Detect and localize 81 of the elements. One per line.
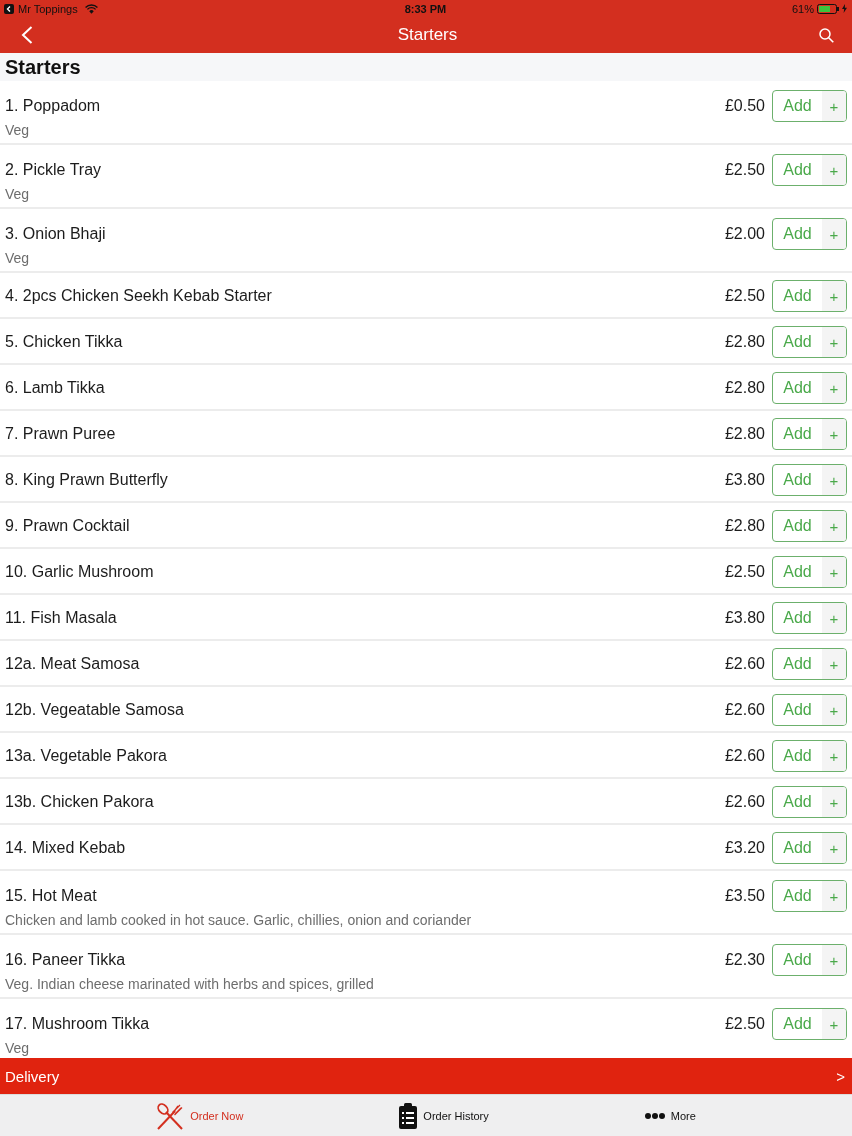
add-button[interactable]: Add + [772,90,847,122]
item-price: £2.80 [724,517,765,535]
item-name: 1. Poppadom [5,97,102,115]
add-button[interactable]: Add + [772,602,847,634]
add-button[interactable]: Add + [772,694,847,726]
add-button[interactable]: Add + [772,218,847,250]
item-price: £2.50 [724,1015,765,1033]
spoon-and-fork-icon [156,1101,185,1130]
item-name: 12a. Meat Samosa [5,655,141,673]
item-price: £3.20 [724,839,765,857]
item-name: 5. Chicken Tikka [5,333,124,351]
delivery-bar[interactable]: Delivery > [0,1058,852,1094]
item-description: Chicken and lamb cooked in hot sauce. Garlic, chillies, onion and coriander [5,912,473,928]
item-name: 4. 2pcs Chicken Seekh Kebab Starter [5,287,273,305]
item-name: 13a. Vegetable Pakora [5,747,168,765]
item-price: £2.30 [724,951,765,969]
item-price: £2.60 [724,701,765,719]
item-name: 6. Lamb Tikka [5,379,106,397]
item-name: 8. King Prawn Butterfly [5,471,169,489]
carrier-label: Mr Toppings [18,2,78,15]
item-name: 17. Mushroom Tikka [5,1015,151,1033]
item-name: 7. Prawn Puree [5,425,117,443]
item-price: £3.80 [724,471,765,489]
back-to-app-icon[interactable] [4,3,14,14]
status-time: 8:33 PM [404,2,447,15]
item-price: £3.50 [724,887,765,905]
add-button[interactable]: Add + [772,154,847,186]
add-button[interactable]: Add + [772,280,847,312]
item-price: £2.60 [724,655,765,673]
wifi-icon [84,3,98,14]
tab[interactable]: More [644,1109,696,1122]
tab[interactable]: Order History [399,1102,489,1129]
nav-title: Starters [397,25,458,45]
battery-icon [817,3,839,14]
item-name: 13b. Chicken Pakora [5,793,155,811]
item-name: 11. Fish Masala [5,609,118,627]
more-dots-icon [644,1112,665,1119]
search-icon[interactable] [819,27,834,43]
add-button[interactable]: Add + [772,880,847,912]
item-description: Veg [5,250,31,266]
tab[interactable]: Order Now [156,1101,244,1130]
add-button[interactable]: Add + [772,326,847,358]
item-name: 15. Hot Meat [5,887,98,905]
item-name: 9. Prawn Cocktail [5,517,131,535]
item-name: 12b. Vegeatable Samosa [5,701,185,719]
add-button[interactable]: Add + [772,786,847,818]
item-price: £2.50 [724,563,765,581]
add-button[interactable]: Add + [772,510,847,542]
clipboard-icon [399,1102,418,1129]
item-name: 3. Onion Bhaji [5,225,107,243]
add-button[interactable]: Add + [772,556,847,588]
back-icon[interactable] [21,26,33,44]
item-price: £2.80 [724,425,765,443]
item-name: 2. Pickle Tray [5,161,103,179]
item-description: Veg. Indian cheese marinated with herbs and spices, grilled [5,976,375,992]
add-button[interactable]: Add + [772,372,847,404]
charging-bolt-icon [842,4,847,13]
add-button[interactable]: Add + [772,740,847,772]
add-button[interactable]: Add + [772,648,847,680]
item-price: £2.50 [724,161,765,179]
item-price: £2.50 [724,287,765,305]
item-price: £2.60 [724,747,765,765]
add-button[interactable]: Add + [772,1008,847,1040]
item-price: £0.50 [724,97,765,115]
item-name: 16. Paneer Tikka [5,951,127,969]
item-description: Veg [5,1040,31,1056]
item-price: £2.00 [724,225,765,243]
add-button[interactable]: Add + [772,418,847,450]
add-button[interactable]: Add + [772,944,847,976]
battery-percent: 61% [791,2,814,15]
section-title: Starters [5,55,81,79]
item-description: Veg [5,186,31,202]
item-name: 14. Mixed Kebab [5,839,127,857]
add-button[interactable]: Add + [772,464,847,496]
item-description: Veg [5,122,31,138]
add-button[interactable]: Add + [772,832,847,864]
item-price: £2.80 [724,333,765,351]
item-price: £3.80 [724,609,765,627]
item-name: 10. Garlic Mushroom [5,563,155,581]
item-price: £2.60 [724,793,765,811]
item-price: £2.80 [724,379,765,397]
